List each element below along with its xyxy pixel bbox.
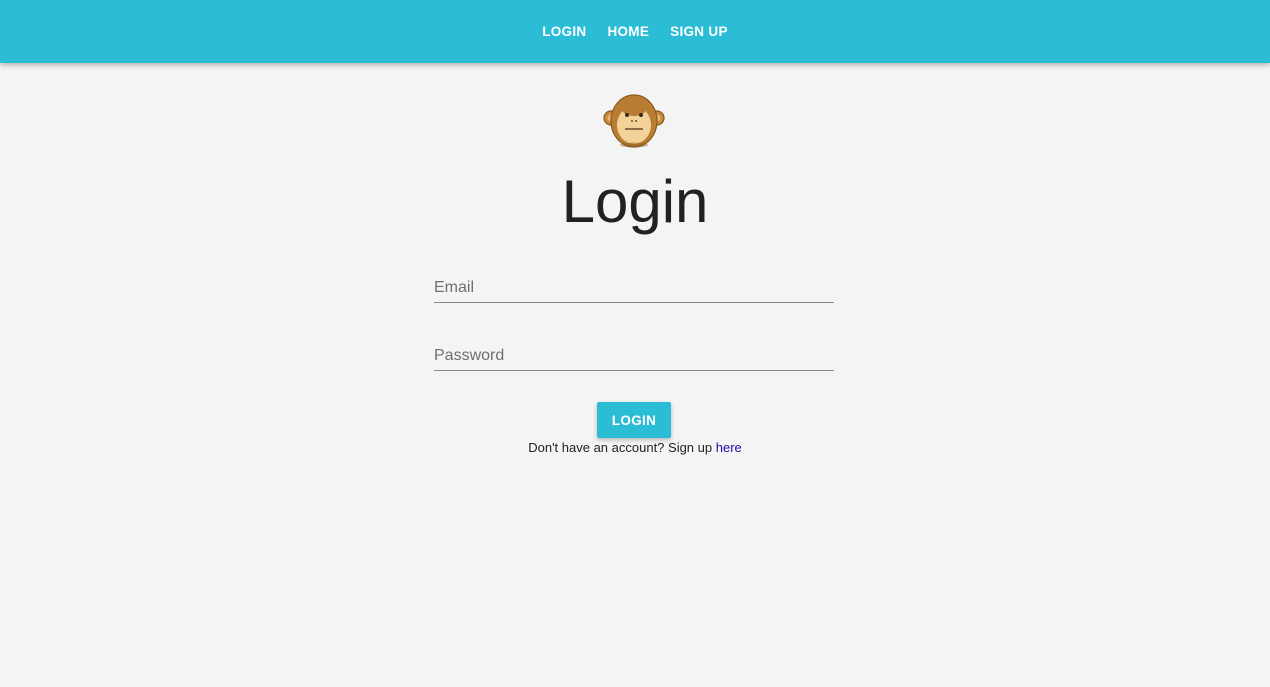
password-field[interactable]: [434, 341, 834, 371]
nav-signup-link[interactable]: SIGN UP: [660, 0, 738, 63]
page-title: Login: [561, 168, 709, 235]
monkey-face-icon: [603, 94, 665, 148]
nav-login-link[interactable]: LOGIN: [532, 0, 596, 63]
nav-home-link[interactable]: HOME: [597, 0, 659, 63]
login-button[interactable]: LOGIN: [597, 402, 671, 438]
signup-here-link[interactable]: here: [716, 440, 742, 455]
signup-prompt: Don't have an account? Sign up here: [0, 440, 1270, 455]
login-page: Login LOGIN Don't have an account? Sign …: [0, 63, 1270, 687]
email-field[interactable]: [434, 273, 834, 303]
signup-prompt-text: Don't have an account? Sign up: [528, 440, 713, 455]
top-nav-bar: LOGIN HOME SIGN UP: [0, 0, 1270, 63]
